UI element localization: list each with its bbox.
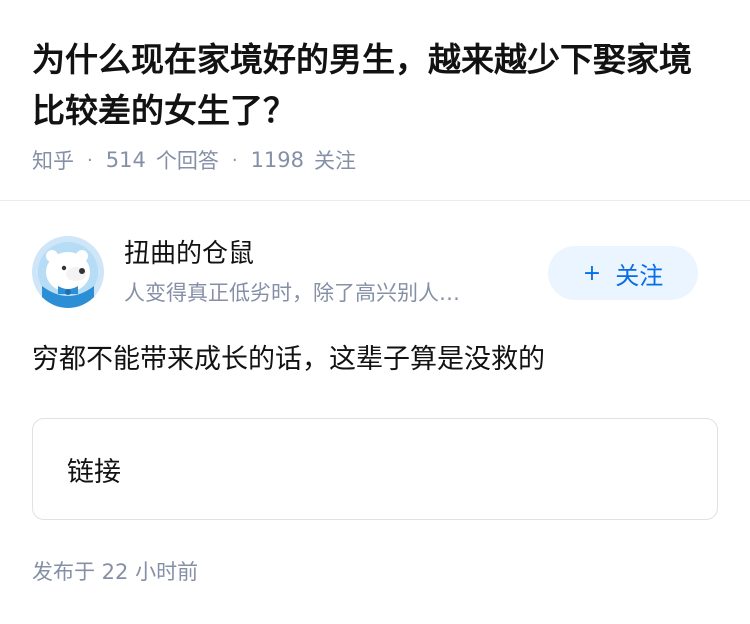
question-meta: 知乎 · 514 个回答 · 1198 关注 xyxy=(32,143,356,177)
follow-button-label: 关注 xyxy=(615,261,664,290)
answer-count: 514 xyxy=(105,148,146,172)
publish-time: 发布于 22 小时前 xyxy=(32,560,199,584)
link-card[interactable]: 链接 xyxy=(32,418,718,520)
link-card-label: 链接 xyxy=(67,456,121,488)
meta-separator: · xyxy=(87,149,93,171)
source-label[interactable]: 知乎 xyxy=(32,145,74,175)
answer-text: 穷都不能带来成长的话，这辈子算是没救的 xyxy=(32,344,545,375)
polar-bear-avatar-icon[interactable] xyxy=(32,236,104,308)
follow-button[interactable]: + 关注 xyxy=(548,246,698,300)
author-bio: 人变得真正低劣时，除了高兴别人… xyxy=(124,281,460,305)
author-name[interactable]: 扭曲的仓鼠 xyxy=(124,236,254,272)
answer-count-label: 个回答 xyxy=(155,149,219,173)
plus-icon: + xyxy=(582,260,602,286)
section-divider xyxy=(0,200,750,201)
author-row: 扭曲的仓鼠 人变得真正低劣时，除了高兴别人… + 关注 xyxy=(32,236,718,308)
meta-separator: · xyxy=(231,149,238,171)
question-title[interactable]: 为什么现在家境好的男生，越来越少下娶家境比较差的女生了？ xyxy=(32,34,722,136)
follower-count-label: 关注 xyxy=(314,149,357,173)
follower-count: 1198 xyxy=(250,148,305,172)
